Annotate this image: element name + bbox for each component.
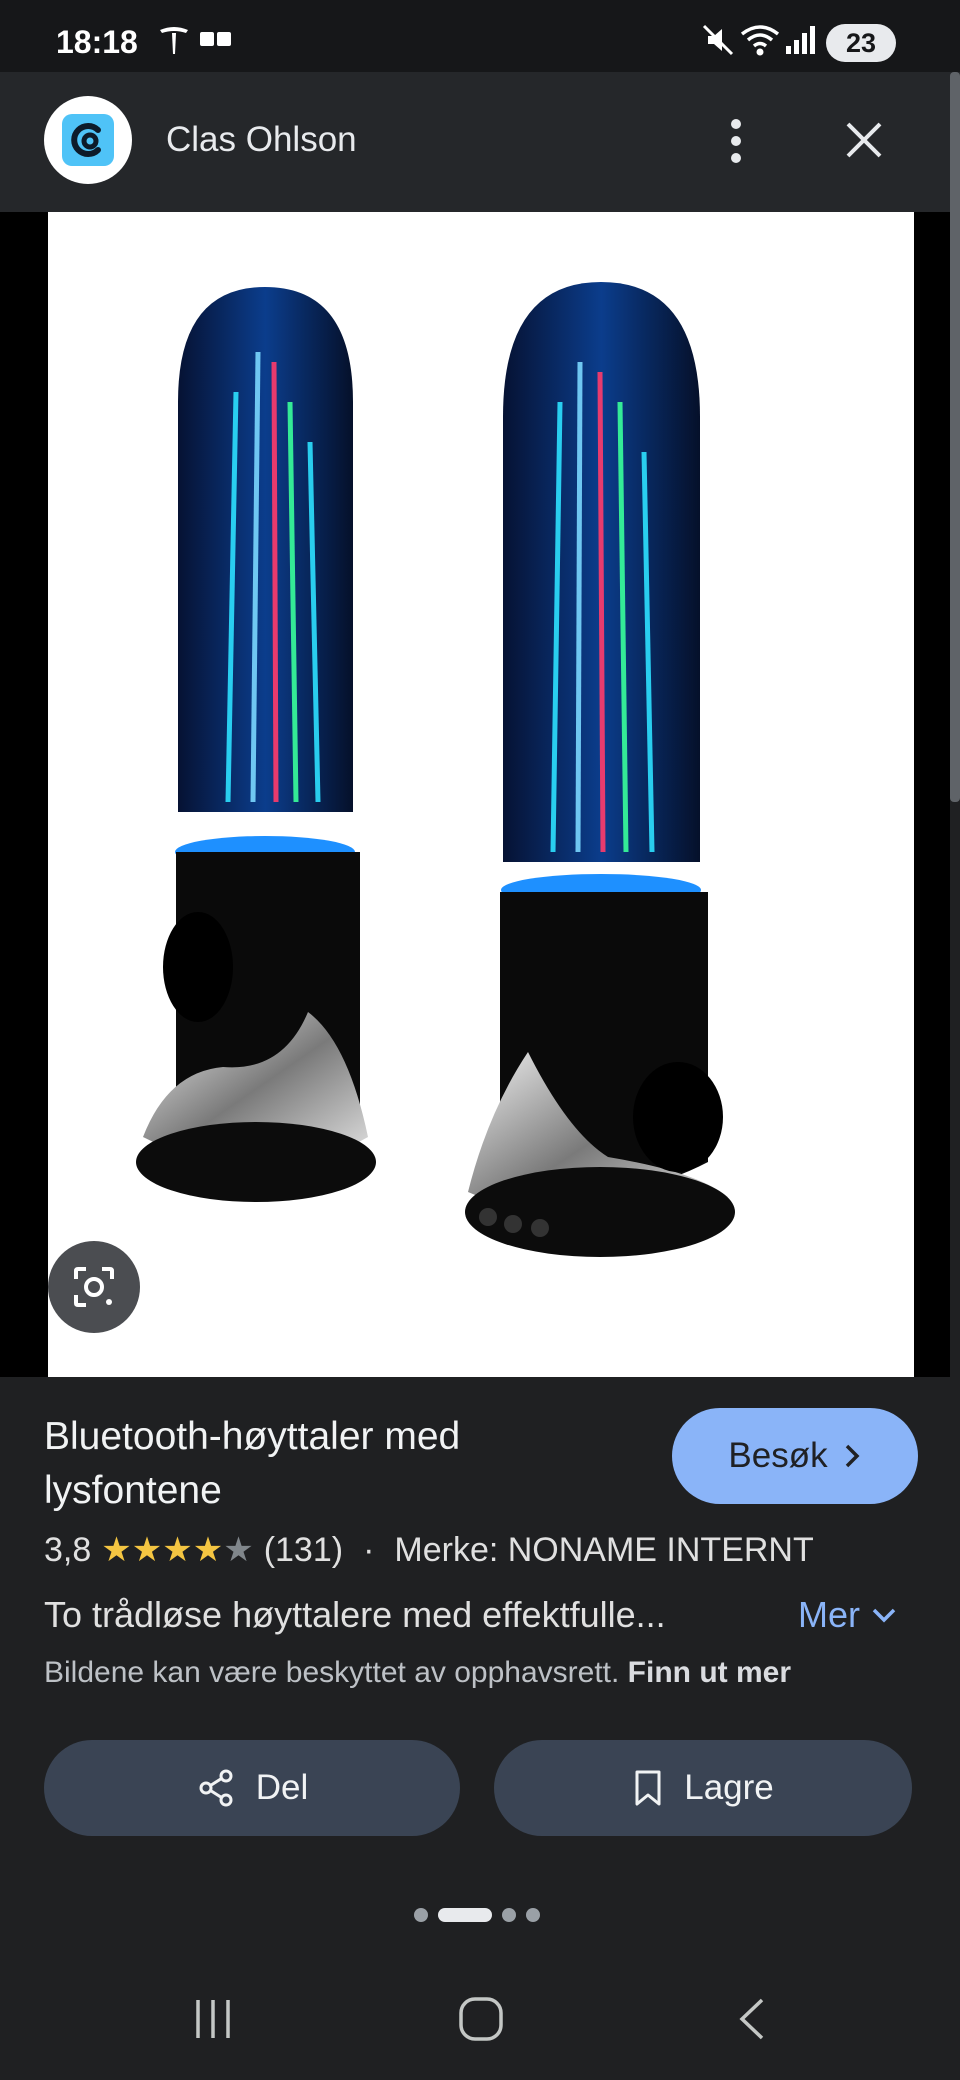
star-empty-icon: ★ (223, 1531, 254, 1569)
more-vert-icon[interactable] (716, 116, 756, 166)
site-header (0, 72, 960, 212)
wifi-icon (740, 25, 780, 56)
more-button[interactable]: Mer (798, 1594, 898, 1636)
chevron-down-icon (872, 1608, 896, 1623)
star-icon: ★ (131, 1531, 163, 1569)
copyright-notice: Bildene kan være beskyttet av opphavsret… (44, 1656, 791, 1690)
close-icon[interactable] (842, 118, 886, 162)
bookmark-icon (635, 1770, 661, 1806)
visit-button-label: Besøk (728, 1436, 828, 1475)
tesla-icon (160, 27, 188, 54)
review-count: (131) (263, 1530, 344, 1569)
rating-stars: ★★★★★ (101, 1530, 253, 1570)
copyright-text: Bildene kan være beskyttet av opphavsret… (44, 1656, 620, 1689)
rating-value: 3,8 (44, 1530, 92, 1569)
learn-more-link[interactable]: Finn ut mer (628, 1656, 791, 1689)
share-button[interactable]: Del (44, 1740, 460, 1836)
star-icon: ★ (162, 1531, 193, 1569)
save-label: Lagre (684, 1768, 774, 1807)
save-button[interactable]: Lagre (494, 1740, 912, 1836)
chevron-right-icon (845, 1444, 860, 1468)
rating-row: 3,8 ★★★★★ (131) · Merke: NONAME INTERNT (44, 1530, 814, 1570)
share-icon (199, 1769, 233, 1807)
lens-icon (74, 1267, 114, 1307)
back-icon[interactable] (732, 1996, 772, 2042)
star-icon: ★ (192, 1531, 224, 1569)
star-icon: ★ (101, 1531, 132, 1569)
battery-icon: 23 (826, 24, 896, 62)
product-title[interactable]: Bluetooth-høyttaler med lysfontene (44, 1410, 644, 1518)
scrollbar[interactable] (950, 72, 960, 802)
page-dot[interactable] (526, 1908, 540, 1922)
mute-icon (702, 24, 734, 56)
more-label: Mer (798, 1594, 860, 1635)
lens-search-button[interactable] (48, 1241, 140, 1333)
separator: · (363, 1530, 375, 1569)
page-dot[interactable] (502, 1908, 516, 1922)
site-logo-icon[interactable] (44, 96, 132, 184)
brand-label: Merke: NONAME INTERNT (394, 1530, 814, 1569)
visit-button[interactable]: Besøk (672, 1408, 918, 1504)
signal-icon (786, 26, 815, 54)
product-image[interactable] (48, 212, 914, 1377)
page-dot-active[interactable] (438, 1908, 492, 1922)
share-label: Del (255, 1768, 309, 1807)
message-icon (200, 32, 231, 46)
home-icon[interactable] (458, 1996, 504, 2042)
site-name[interactable]: Clas Ohlson (166, 120, 357, 160)
product-description: To trådløse høyttalere med effektfulle..… (44, 1594, 666, 1635)
status-time: 18:18 (56, 24, 138, 60)
page-dot[interactable] (414, 1908, 428, 1922)
recent-apps-icon[interactable] (190, 1996, 236, 2042)
pagination-dots (414, 1908, 540, 1922)
